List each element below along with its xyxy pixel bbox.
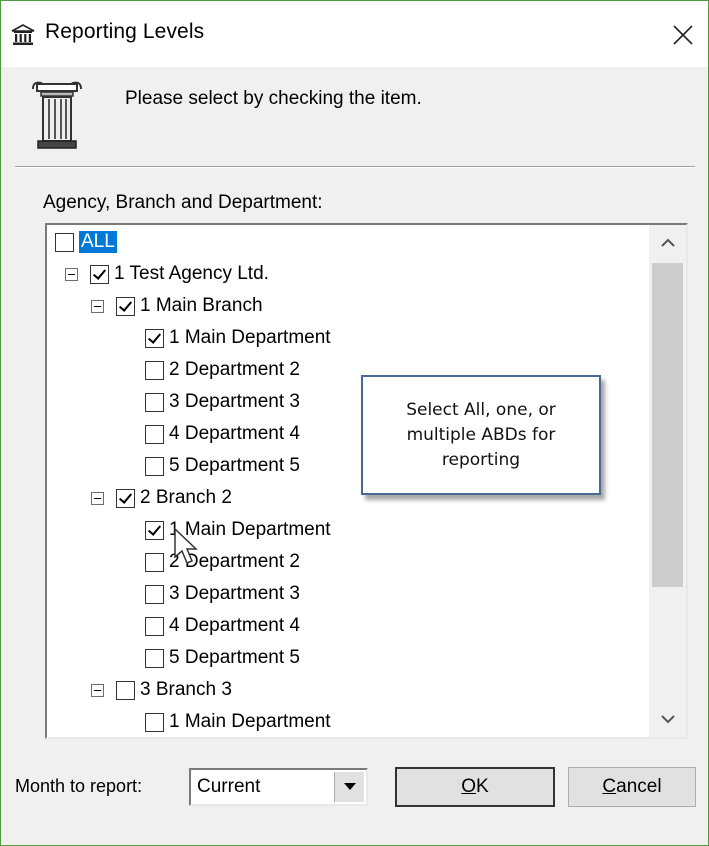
tree-label: Agency, Branch and Department: (43, 192, 323, 213)
tree-item-label: 5 Department 5 (169, 647, 300, 668)
tree-item[interactable]: 1 Main Branch (91, 290, 263, 322)
month-label: Month to report: (15, 776, 143, 796)
tree-item[interactable]: 3 Department 3 (145, 386, 300, 418)
checkbox-unchecked[interactable] (116, 680, 135, 700)
checkbox-unchecked[interactable] (145, 360, 164, 380)
tree-item[interactable]: 2 Department 2 (145, 546, 300, 578)
tree-item-label: 4 Department 4 (169, 423, 300, 444)
ok-mnemonic: O (461, 776, 477, 797)
tree-item-label: 1 Main Department (169, 711, 331, 732)
tree-item[interactable]: 1 Main Department (145, 322, 331, 354)
checkbox-unchecked[interactable] (145, 552, 164, 572)
tree-item-label: 3 Branch 3 (140, 679, 232, 700)
checkbox-unchecked[interactable] (145, 648, 164, 668)
tree-item[interactable]: 4 Department 4 (145, 610, 300, 642)
checkbox-checked[interactable] (90, 264, 109, 284)
tree-item-label: 1 Main Branch (140, 295, 263, 316)
checkbox-checked[interactable] (116, 296, 135, 316)
cancel-mnemonic: C (602, 776, 617, 797)
month-select[interactable]: Current (189, 768, 368, 806)
separator (15, 166, 695, 168)
callout-line-3: reporting (441, 449, 521, 470)
ok-button[interactable]: OK (395, 767, 555, 807)
tree-item[interactable]: 5 Department 5 (145, 642, 300, 674)
scroll-down-button[interactable] (649, 701, 686, 737)
tree-item[interactable]: 5 Department 5 (145, 450, 300, 482)
month-dropdown-button[interactable] (334, 772, 364, 802)
bank-icon (11, 24, 35, 45)
checkbox-checked[interactable] (145, 328, 164, 348)
tree-item[interactable]: ALL (55, 226, 117, 258)
tree-item[interactable]: 3 Branch 3 (91, 674, 232, 706)
tree-item-label: 2 Branch 2 (140, 487, 232, 508)
callout-line-1: Select All, one, or (406, 399, 556, 420)
checkbox-unchecked[interactable] (55, 232, 74, 252)
checkbox-checked[interactable] (116, 488, 135, 508)
ok-label-rest: K (476, 776, 489, 797)
callout-line-2: multiple ABDs for (406, 424, 556, 445)
collapse-toggle-icon[interactable] (65, 267, 78, 281)
checkbox-unchecked[interactable] (145, 392, 164, 412)
collapse-toggle-icon[interactable] (91, 491, 104, 505)
collapse-toggle-icon[interactable] (91, 299, 104, 313)
reporting-levels-dialog: Reporting Levels Please select by checki… (0, 0, 709, 846)
callout-note: Select All, one, or multiple ABDs for re… (361, 375, 601, 495)
tree-item-label: 1 Main Department (169, 327, 331, 348)
checkbox-unchecked[interactable] (145, 712, 164, 732)
tree-item-label: 4 Department 4 (169, 615, 300, 636)
chevron-down-icon (660, 715, 675, 724)
close-button[interactable] (661, 13, 705, 57)
tree-item-label: 3 Department 3 (169, 391, 300, 412)
tree-item-label: 1 Test Agency Ltd. (114, 263, 269, 284)
cancel-label-rest: ancel (616, 776, 662, 797)
tree-item[interactable]: 2 Branch 2 (91, 482, 232, 514)
tree-item[interactable]: 1 Main Department (145, 706, 331, 737)
dropdown-arrow-icon (343, 783, 356, 790)
checkbox-unchecked[interactable] (145, 584, 164, 604)
collapse-toggle-icon[interactable] (91, 683, 104, 697)
tree-item-label: 5 Department 5 (169, 455, 300, 476)
tree-item-label: 2 Department 2 (169, 359, 300, 380)
tree-item[interactable]: 3 Department 3 (145, 578, 300, 610)
tree-item[interactable]: 1 Test Agency Ltd. (65, 258, 269, 290)
close-icon (673, 25, 693, 45)
checkbox-unchecked[interactable] (145, 616, 164, 636)
instruction-text: Please select by checking the item. (125, 88, 422, 109)
vertical-scrollbar[interactable] (649, 225, 686, 737)
chevron-up-icon (660, 238, 675, 247)
tree-item-label: 3 Department 3 (169, 583, 300, 604)
checkbox-checked[interactable] (145, 520, 164, 540)
mouse-pointer-icon (174, 527, 198, 564)
title-bar: Reporting Levels (1, 1, 708, 67)
scroll-up-button[interactable] (649, 225, 686, 261)
cancel-button[interactable]: Cancel (568, 767, 696, 807)
scroll-thumb[interactable] (652, 263, 683, 587)
window-title: Reporting Levels (45, 20, 205, 43)
tree-item-label: ALL (79, 231, 117, 253)
ionic-column-icon (32, 81, 82, 149)
month-value: Current (197, 776, 261, 797)
checkbox-unchecked[interactable] (145, 456, 164, 476)
tree-item[interactable]: 4 Department 4 (145, 418, 300, 450)
tree-item[interactable]: 2 Department 2 (145, 354, 300, 386)
checkbox-unchecked[interactable] (145, 424, 164, 444)
